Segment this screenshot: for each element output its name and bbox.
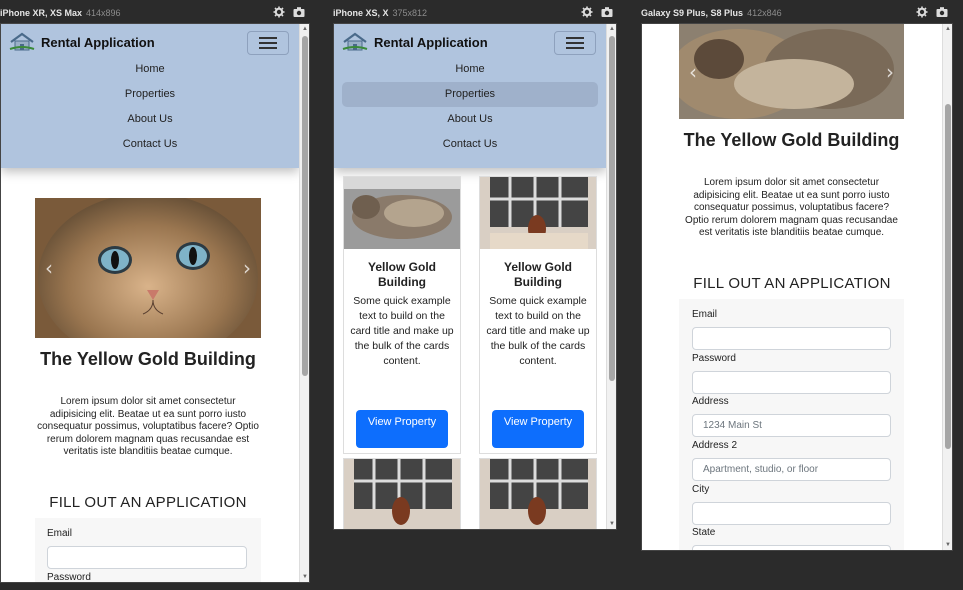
- state-field[interactable]: [692, 545, 891, 550]
- camera-icon[interactable]: [601, 6, 613, 18]
- carousel-next-icon[interactable]: ›: [243, 256, 251, 280]
- carousel-prev-icon[interactable]: ‹: [689, 60, 697, 84]
- city-field[interactable]: [692, 502, 891, 525]
- carousel-prev-icon[interactable]: ‹: [45, 256, 53, 280]
- nav-link-home[interactable]: Home: [334, 57, 606, 82]
- nav-link-contact[interactable]: Contact Us: [334, 132, 606, 157]
- nav-link-properties[interactable]: Properties: [1, 82, 299, 107]
- scrollbar-thumb[interactable]: [609, 36, 615, 381]
- device-toolbar-2: [581, 6, 613, 18]
- address-field[interactable]: 1234 Main St: [692, 414, 891, 437]
- card-text: Some quick example text to build on the …: [486, 295, 590, 367]
- navbar: Rental Application Home Properties About…: [1, 24, 299, 168]
- house-logo-icon: [9, 32, 35, 51]
- password-label: Password: [692, 353, 736, 364]
- navbar-brand[interactable]: Rental Application: [9, 32, 155, 52]
- navbar-toggler[interactable]: [247, 31, 289, 55]
- property-description: Lorem ipsum dolor sit amet consectetur a…: [685, 177, 898, 238]
- address-label: Address: [692, 396, 729, 407]
- application-form: Email Password: [35, 518, 261, 583]
- nav-links: Home Properties About Us Contact Us: [334, 57, 606, 157]
- brand-text: Rental Application: [374, 34, 488, 50]
- scrollbar[interactable]: ▲ ▼: [299, 24, 309, 582]
- password-field[interactable]: [692, 371, 891, 394]
- property-description: Lorem ipsum dolor sit amet consectetur a…: [37, 396, 259, 457]
- email-label: Email: [692, 309, 718, 320]
- view-property-button[interactable]: View Property: [356, 410, 448, 448]
- nav-link-home[interactable]: Home: [1, 57, 299, 82]
- nav-links: Home Properties About Us Contact Us: [1, 57, 299, 157]
- scrollbar[interactable]: ▲ ▼: [942, 24, 952, 550]
- scrollbar[interactable]: ▲ ▼: [606, 24, 616, 529]
- nav-link-properties[interactable]: Properties: [342, 82, 598, 107]
- address2-label: Address 2: [692, 440, 738, 451]
- form-heading: FILL OUT AN APPLICATION: [49, 494, 247, 511]
- property-card: Yellow Gold Building Some quick example …: [343, 176, 461, 454]
- device-label-3: Galaxy S9 Plus, S8 Plus 412x846: [641, 8, 782, 18]
- device-screen-3: ‹ › The Yellow Gold Building Lorem ipsum…: [641, 23, 953, 551]
- card-title: Yellow Gold Building: [503, 260, 572, 289]
- property-card: Yellow Gold Building Some quick example …: [479, 176, 597, 454]
- property-card: [479, 458, 597, 529]
- cat-photo: [679, 24, 904, 119]
- property-title: The Yellow Gold Building: [683, 130, 900, 150]
- email-field[interactable]: [692, 327, 891, 350]
- property-carousel: ‹ ›: [679, 24, 904, 119]
- camera-icon[interactable]: [293, 6, 305, 18]
- navbar-brand[interactable]: Rental Application: [342, 32, 488, 52]
- property-title: The Yellow Gold Building: [40, 349, 256, 369]
- email-label: Email: [47, 528, 73, 539]
- navbar-toggler[interactable]: [554, 31, 596, 55]
- scrollbar-thumb[interactable]: [302, 36, 308, 376]
- nav-link-contact[interactable]: Contact Us: [1, 132, 299, 157]
- gear-icon[interactable]: [916, 6, 928, 18]
- device-screen-2: Rental Application Home Properties About…: [333, 23, 617, 530]
- form-heading: FILL OUT AN APPLICATION: [693, 275, 891, 292]
- cat-photo: [35, 198, 261, 338]
- brand-text: Rental Application: [41, 34, 155, 50]
- navbar: Rental Application Home Properties About…: [334, 24, 606, 168]
- view-property-button[interactable]: View Property: [492, 410, 584, 448]
- application-form: Email Password Address 1234 Main St Addr…: [679, 299, 904, 550]
- device-screen-1: Rental Application Home Properties About…: [0, 23, 310, 583]
- property-carousel: ‹ ›: [35, 198, 261, 338]
- device-label-2: iPhone XS, X 375x812: [333, 8, 428, 18]
- state-label: State: [692, 527, 716, 538]
- card-image: [344, 177, 460, 249]
- device-label-1: iPhone XR, XS Max 414x896: [0, 8, 121, 18]
- address2-field[interactable]: Apartment, studio, or floor: [692, 458, 891, 481]
- gear-icon[interactable]: [581, 6, 593, 18]
- password-label: Password: [47, 572, 91, 583]
- city-label: City: [692, 484, 710, 495]
- carousel-next-icon[interactable]: ›: [886, 60, 894, 84]
- scrollbar-thumb[interactable]: [945, 104, 951, 449]
- card-image: [344, 459, 460, 529]
- email-field[interactable]: [47, 546, 247, 569]
- card-text: Some quick example text to build on the …: [350, 295, 454, 367]
- nav-link-about[interactable]: About Us: [1, 107, 299, 132]
- card-image: [480, 177, 596, 249]
- device-toolbar-1: [273, 6, 305, 18]
- device-toolbar-3: [916, 6, 948, 18]
- house-logo-icon: [342, 32, 368, 51]
- card-title: Yellow Gold Building: [367, 260, 436, 289]
- card-image: [480, 459, 596, 529]
- gear-icon[interactable]: [273, 6, 285, 18]
- camera-icon[interactable]: [936, 6, 948, 18]
- property-card: [343, 458, 461, 529]
- nav-link-about[interactable]: About Us: [334, 107, 606, 132]
